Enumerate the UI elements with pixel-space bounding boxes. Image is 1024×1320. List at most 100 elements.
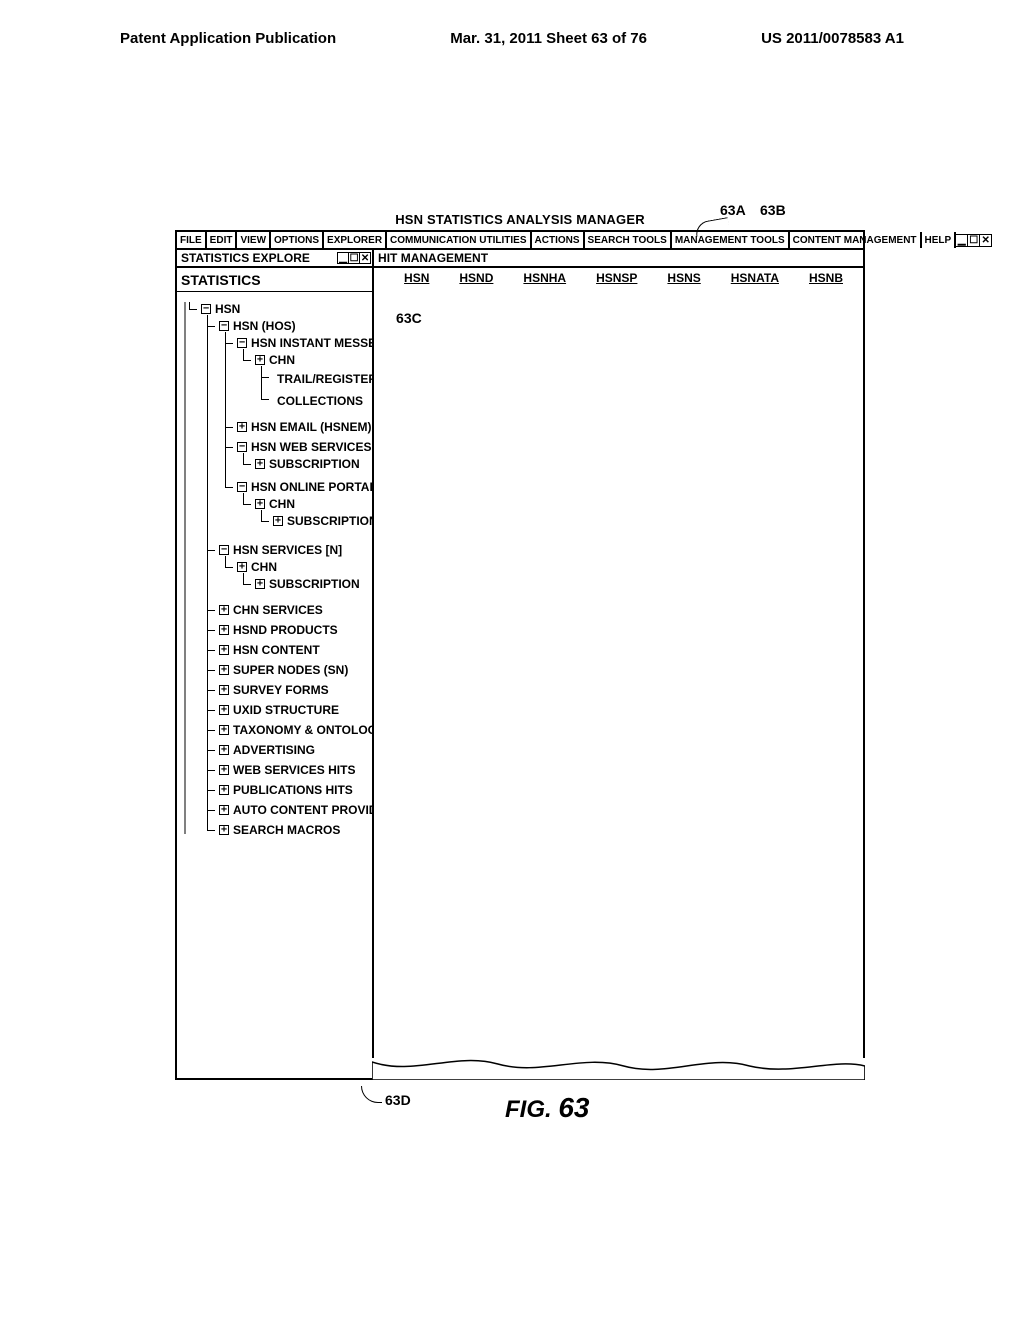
- minus-icon[interactable]: −: [237, 442, 247, 452]
- tree-label: CHN: [269, 498, 295, 510]
- outer-window-controls: ▁ ☐ ✕: [956, 234, 993, 247]
- torn-edge: [372, 1058, 865, 1080]
- left-window-controls: ▁ ☐ ✕: [338, 252, 372, 264]
- tree-node-hsnm[interactable]: − HSN INSTANT MESSENGER (HSNM): [237, 337, 372, 349]
- tree-label: SURVEY FORMS: [233, 684, 329, 696]
- menu-file[interactable]: FILE: [177, 232, 207, 248]
- tree-node-subscription3[interactable]: + SUBSCRIPTION: [255, 578, 360, 590]
- tab-hsnata[interactable]: HSNATA: [731, 271, 779, 285]
- tree-label: ADVERTISING: [233, 744, 315, 756]
- tree-label: SUPER NODES (SN): [233, 664, 348, 676]
- tree-node-searchmacros[interactable]: + SEARCH MACROS: [219, 824, 340, 836]
- tree-label: SEARCH MACROS: [233, 824, 340, 836]
- minus-icon[interactable]: −: [219, 545, 229, 555]
- tree-node-taxonomy[interactable]: +TAXONOMY & ONTOLOGY: [219, 724, 372, 736]
- menu-help[interactable]: HELP: [922, 232, 957, 248]
- tree-label: HSN: [215, 303, 240, 315]
- menu-content[interactable]: CONTENT MANAGEMENT: [790, 232, 922, 248]
- tree-node-survey-forms[interactable]: + SURVEY FORMS: [219, 684, 329, 696]
- pub-label: Patent Application Publication: [120, 30, 336, 47]
- tree-node-chn-services[interactable]: +CHN SERVICES: [219, 604, 323, 616]
- minus-icon[interactable]: −: [237, 338, 247, 348]
- tree-node-hsnem[interactable]: +HSN EMAIL (HSNEM): [237, 421, 371, 433]
- plus-icon[interactable]: +: [219, 785, 229, 795]
- plus-icon[interactable]: +: [237, 422, 247, 432]
- callout-63d: 63D: [385, 1092, 411, 1108]
- right-pane: HIT MANAGEMENT HSN HSND HSNHA HSNSP HSNS…: [374, 250, 863, 1078]
- tree-node-uxid[interactable]: + UXID STRUCTURE: [219, 704, 339, 716]
- tree-node-hsnd-products[interactable]: +HSND PRODUCTS: [219, 624, 338, 636]
- plus-icon[interactable]: +: [219, 685, 229, 695]
- plus-icon[interactable]: +: [219, 825, 229, 835]
- tree-node-webhits[interactable]: +WEB SERVICES HITS: [219, 764, 355, 776]
- plus-icon[interactable]: +: [273, 516, 283, 526]
- close-icon[interactable]: ✕: [359, 252, 371, 264]
- tree-node-collections[interactable]: COLLECTIONS: [273, 395, 363, 407]
- tab-hsnd[interactable]: HSND: [459, 271, 493, 285]
- tree-node-chn[interactable]: + CHN: [255, 354, 295, 366]
- tab-hsn[interactable]: HSN: [404, 271, 429, 285]
- page-header: Patent Application Publication Mar. 31, …: [0, 0, 1024, 57]
- plus-icon[interactable]: +: [219, 745, 229, 755]
- tab-hsnb[interactable]: HSNB: [809, 271, 843, 285]
- tree-label: SUBSCRIPTION: [287, 515, 372, 527]
- tree-node-autohits[interactable]: +AUTO CONTENT PROVIDERS HITS: [219, 804, 372, 816]
- tree-node-hsn-services[interactable]: −HSN SERVICES [N]: [219, 544, 342, 556]
- tree-label: TRAIL/REGISTERED/DOWNLOADS: [277, 373, 372, 385]
- plus-icon[interactable]: +: [255, 355, 265, 365]
- tree-node-subscription2[interactable]: + SUBSCRIPTION: [273, 515, 372, 527]
- menu-edit[interactable]: EDIT: [207, 232, 238, 248]
- statistics-tree: − HSN − HSN (HOS): [177, 292, 372, 1078]
- plus-icon[interactable]: +: [219, 805, 229, 815]
- tree-node-pubhits[interactable]: +PUBLICATIONS HITS: [219, 784, 353, 796]
- plus-icon[interactable]: +: [219, 645, 229, 655]
- right-pane-title: HIT MANAGEMENT: [378, 251, 863, 265]
- callout-63b: 63B: [760, 202, 786, 218]
- tree-node-trail[interactable]: TRAIL/REGISTERED/DOWNLOADS: [273, 373, 372, 385]
- tree-node-chn3[interactable]: +CHN: [237, 561, 277, 573]
- tab-hsns[interactable]: HSNS: [667, 271, 700, 285]
- plus-icon[interactable]: +: [219, 705, 229, 715]
- plus-icon[interactable]: +: [255, 459, 265, 469]
- tab-hsnha[interactable]: HSNHA: [523, 271, 566, 285]
- plus-icon[interactable]: +: [237, 562, 247, 572]
- tree-label: HSN WEB SERVICES (HSNWS) [N]: [251, 441, 372, 453]
- plus-icon[interactable]: +: [219, 665, 229, 675]
- minus-icon[interactable]: −: [219, 321, 229, 331]
- plus-icon[interactable]: +: [255, 499, 265, 509]
- tree-label: CHN: [269, 354, 295, 366]
- menu-search[interactable]: SEARCH TOOLS: [585, 232, 672, 248]
- tree-node-hsnop[interactable]: −HSN ONLINE PORTAL (HSNOP): [237, 481, 372, 493]
- plus-icon[interactable]: +: [219, 625, 229, 635]
- tree-node-hsn-hos[interactable]: − HSN (HOS): [219, 320, 296, 332]
- menu-actions[interactable]: ACTIONS: [532, 232, 585, 248]
- tree-node-hsnws[interactable]: −HSN WEB SERVICES (HSNWS) [N]: [237, 441, 372, 453]
- plus-icon[interactable]: +: [219, 765, 229, 775]
- callout-63c: 63C: [396, 310, 422, 326]
- tree-node-hsn-content[interactable]: +HSN CONTENT: [219, 644, 320, 656]
- tab-hsnsp[interactable]: HSNSP: [596, 271, 637, 285]
- tree-node-advertising[interactable]: + ADVERTISING: [219, 744, 315, 756]
- minus-icon[interactable]: −: [237, 482, 247, 492]
- menu-options[interactable]: OPTIONS: [271, 232, 324, 248]
- tree-node-subscription[interactable]: + SUBSCRIPTION: [255, 458, 360, 470]
- tree-label: SUBSCRIPTION: [269, 458, 360, 470]
- menu-explorer[interactable]: EXPLORER: [324, 232, 387, 248]
- plus-icon[interactable]: +: [255, 579, 265, 589]
- tree-label: HSN SERVICES [N]: [233, 544, 342, 556]
- plus-icon[interactable]: +: [219, 725, 229, 735]
- fig-number: 63: [558, 1092, 589, 1123]
- left-pane: STATISTICS EXPLORE ▁ ☐ ✕ STATISTICS − HS…: [177, 250, 374, 1078]
- close-icon[interactable]: ✕: [979, 234, 992, 247]
- tree-node-chn2[interactable]: + CHN: [255, 498, 295, 510]
- menu-view[interactable]: VIEW: [237, 232, 271, 248]
- tree-label: UXID STRUCTURE: [233, 704, 339, 716]
- tree-node-hsn[interactable]: − HSN: [201, 303, 240, 315]
- tree-label: HSN INSTANT MESSENGER (HSNM): [251, 337, 372, 349]
- tree-node-super-nodes[interactable]: + SUPER NODES (SN): [219, 664, 348, 676]
- tree-label: SUBSCRIPTION: [269, 578, 360, 590]
- minus-icon[interactable]: −: [201, 304, 211, 314]
- menu-comm[interactable]: COMMUNICATION UTILITIES: [387, 232, 531, 248]
- plus-icon[interactable]: +: [219, 605, 229, 615]
- menu-mgmt[interactable]: MANAGEMENT TOOLS: [672, 232, 790, 248]
